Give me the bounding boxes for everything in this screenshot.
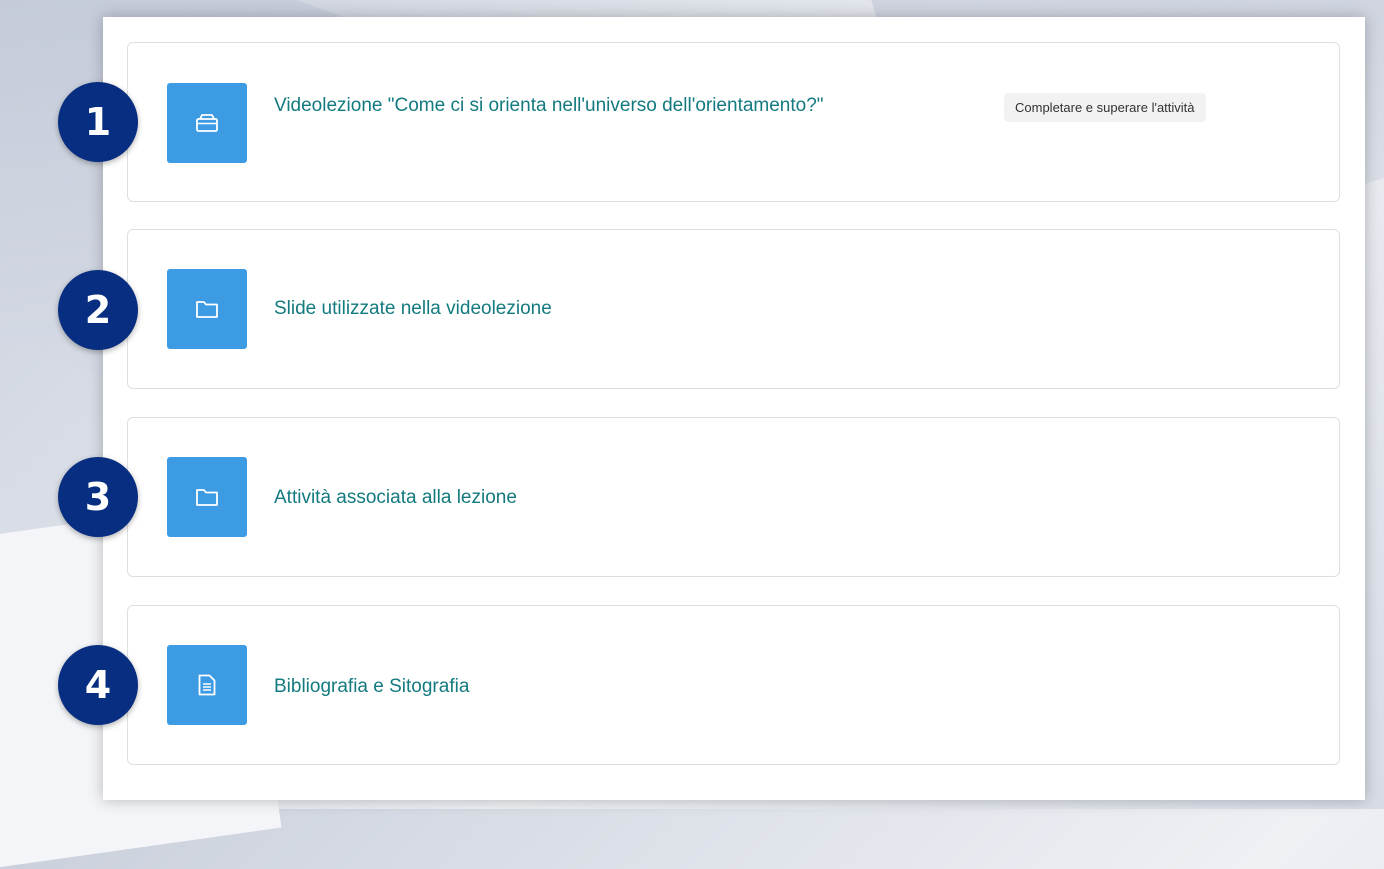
course-section-panel: Videolezione "Come ci si orienta nell'un… — [103, 17, 1365, 800]
activity-title-link[interactable]: Videolezione "Come ci si orienta nell'un… — [274, 91, 824, 121]
folder-icon[interactable] — [167, 457, 247, 537]
folder-icon[interactable] — [167, 269, 247, 349]
completion-requirement-badge: Completare e superare l'attività — [1004, 93, 1206, 122]
activity-card-slide: Slide utilizzate nella videolezione — [127, 229, 1340, 389]
step-number-marker: 4 — [58, 645, 138, 725]
step-number-marker: 2 — [58, 270, 138, 350]
activity-card-bibliografia: Bibliografia e Sitografia — [127, 605, 1340, 765]
activity-title-link[interactable]: Bibliografia e Sitografia — [274, 672, 469, 702]
activity-title-link[interactable]: Attività associata alla lezione — [274, 483, 517, 513]
step-number-marker: 1 — [58, 82, 138, 162]
step-number-marker: 3 — [58, 457, 138, 537]
activity-card-videolezione: Videolezione "Come ci si orienta nell'un… — [127, 42, 1340, 202]
box-icon[interactable] — [167, 83, 247, 163]
activity-card-attivita: Attività associata alla lezione — [127, 417, 1340, 577]
activity-title-link[interactable]: Slide utilizzate nella videolezione — [274, 294, 552, 324]
document-icon[interactable] — [167, 645, 247, 725]
